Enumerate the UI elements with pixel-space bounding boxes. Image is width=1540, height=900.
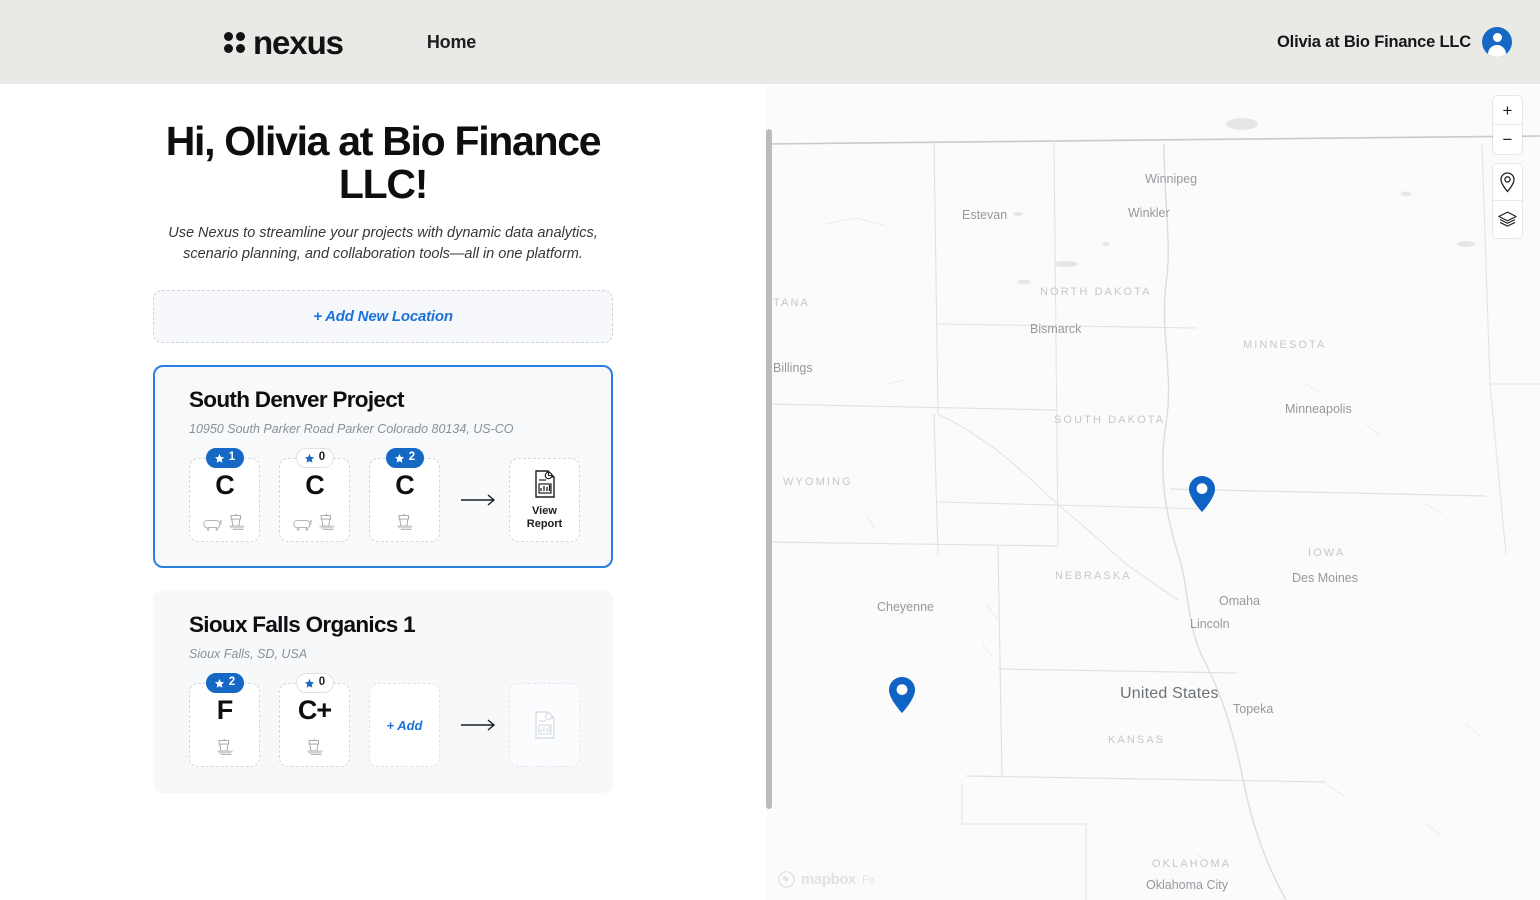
star-badge: 2 xyxy=(385,448,424,469)
flow-arrow-icon xyxy=(461,719,499,731)
star-badge: 2 xyxy=(205,673,244,694)
map-pin-south-denver[interactable] xyxy=(889,677,915,718)
layers-icon xyxy=(1498,211,1517,227)
scorecard-row: 1 C 0 C 2 C View Report xyxy=(189,448,587,543)
tile-icon-group xyxy=(395,511,415,531)
bin-icon xyxy=(306,738,323,755)
location-name: South Denver Project xyxy=(189,387,405,413)
location-card[interactable]: Sioux Falls Organics 1 Sioux Falls, SD, … xyxy=(153,590,613,794)
account-menu[interactable]: Olivia at Bio Finance LLC xyxy=(1277,27,1512,57)
score-tile[interactable]: 0 C xyxy=(279,448,350,543)
page-body: Hi, Olivia at Bio Finance LLC! Use Nexus… xyxy=(0,84,1540,900)
add-scorecard-button[interactable]: + Add xyxy=(369,683,440,768)
grade-letter: C+ xyxy=(297,694,332,725)
mapbox-attribution[interactable]: mapbox Fe xyxy=(778,871,875,888)
four-dots-icon xyxy=(224,31,245,53)
star-icon xyxy=(394,453,404,463)
mapbox-wordmark: mapbox xyxy=(801,871,857,888)
grade-letter: C xyxy=(215,469,234,500)
tile-icon-group xyxy=(305,736,325,756)
map-pin-sioux-falls[interactable] xyxy=(1189,476,1215,517)
star-badge: 0 xyxy=(295,448,334,469)
mapbox-attribution-extra: Fe xyxy=(862,873,875,886)
star-count: 0 xyxy=(318,676,326,689)
map-tool-controls[interactable] xyxy=(1493,164,1522,238)
map-panel[interactable]: Winnipeg Estevan Winkler NORTH DAKOTA Bi… xyxy=(766,84,1540,900)
left-panel: Hi, Olivia at Bio Finance LLC! Use Nexus… xyxy=(0,84,766,900)
add-new-location-button[interactable]: + Add New Location xyxy=(153,290,613,344)
grade-letter: F xyxy=(216,694,233,725)
bin-icon xyxy=(319,513,335,530)
map-pin-icon xyxy=(1500,171,1515,192)
location-card[interactable]: South Denver Project 10950 South Parker … xyxy=(153,365,613,569)
cow-icon xyxy=(203,519,222,531)
bin-icon xyxy=(216,738,233,755)
account-name: Olivia at Bio Finance LLC xyxy=(1277,32,1471,51)
tile-icon-group xyxy=(215,736,235,756)
page-title: Hi, Olivia at Bio Finance LLC! xyxy=(165,118,602,208)
scorecard-row: 2 F 0 C+ + Add xyxy=(189,673,587,768)
view-report-button-disabled xyxy=(509,683,580,768)
tile-icon-group xyxy=(202,511,247,531)
tile-icon-group xyxy=(292,511,337,531)
user-avatar-icon[interactable] xyxy=(1482,27,1512,57)
bin-icon xyxy=(229,513,245,530)
brand-logo[interactable]: nexus xyxy=(224,23,344,61)
star-count: 2 xyxy=(408,451,416,464)
star-icon xyxy=(304,453,314,463)
star-icon xyxy=(214,678,224,688)
locate-button[interactable] xyxy=(1493,164,1522,201)
brand-name: nexus xyxy=(253,23,344,61)
map-zoom-controls[interactable]: + − xyxy=(1493,96,1522,154)
score-tile[interactable]: 0 C+ xyxy=(279,673,350,768)
main-nav: Home xyxy=(427,32,476,53)
location-name: Sioux Falls Organics 1 xyxy=(189,612,416,638)
zoom-in-button[interactable]: + xyxy=(1493,96,1522,125)
add-scorecard-label: + Add xyxy=(386,717,423,733)
mapbox-logo-icon xyxy=(778,871,795,888)
star-badge: 1 xyxy=(205,448,244,469)
star-count: 0 xyxy=(318,451,326,464)
bin-icon xyxy=(396,513,413,530)
page-subtitle: Use Nexus to streamline your projects wi… xyxy=(168,225,598,263)
cow-icon xyxy=(293,519,312,531)
map-scrollbar[interactable] xyxy=(766,129,772,809)
score-tile[interactable]: 2 C xyxy=(369,448,440,543)
grade-letter: C xyxy=(395,469,414,500)
map-canvas[interactable] xyxy=(766,84,1540,900)
score-tile[interactable]: 1 C xyxy=(189,448,260,543)
report-document-icon xyxy=(534,470,555,498)
flow-arrow-icon xyxy=(461,494,499,506)
location-address: 10950 South Parker Road Parker Colorado … xyxy=(189,422,514,437)
location-address: Sioux Falls, SD, USA xyxy=(189,647,308,662)
star-count: 1 xyxy=(228,451,236,464)
layers-button[interactable] xyxy=(1493,201,1522,238)
top-navigation-bar: nexus Home Olivia at Bio Finance LLC xyxy=(0,0,1540,84)
view-report-label: View Report xyxy=(526,505,563,531)
star-icon xyxy=(304,678,314,688)
report-document-icon xyxy=(534,711,555,739)
star-count: 2 xyxy=(228,676,236,689)
nav-item-home[interactable]: Home xyxy=(427,32,476,52)
map-geometry xyxy=(766,84,1540,900)
zoom-out-button[interactable]: − xyxy=(1493,125,1522,154)
grade-letter: C xyxy=(305,469,324,500)
score-tile[interactable]: 2 F xyxy=(189,673,260,768)
star-icon xyxy=(214,453,224,463)
star-badge: 0 xyxy=(295,673,334,694)
view-report-button[interactable]: View Report xyxy=(509,458,580,543)
add-new-location-label: + Add New Location xyxy=(313,308,453,326)
